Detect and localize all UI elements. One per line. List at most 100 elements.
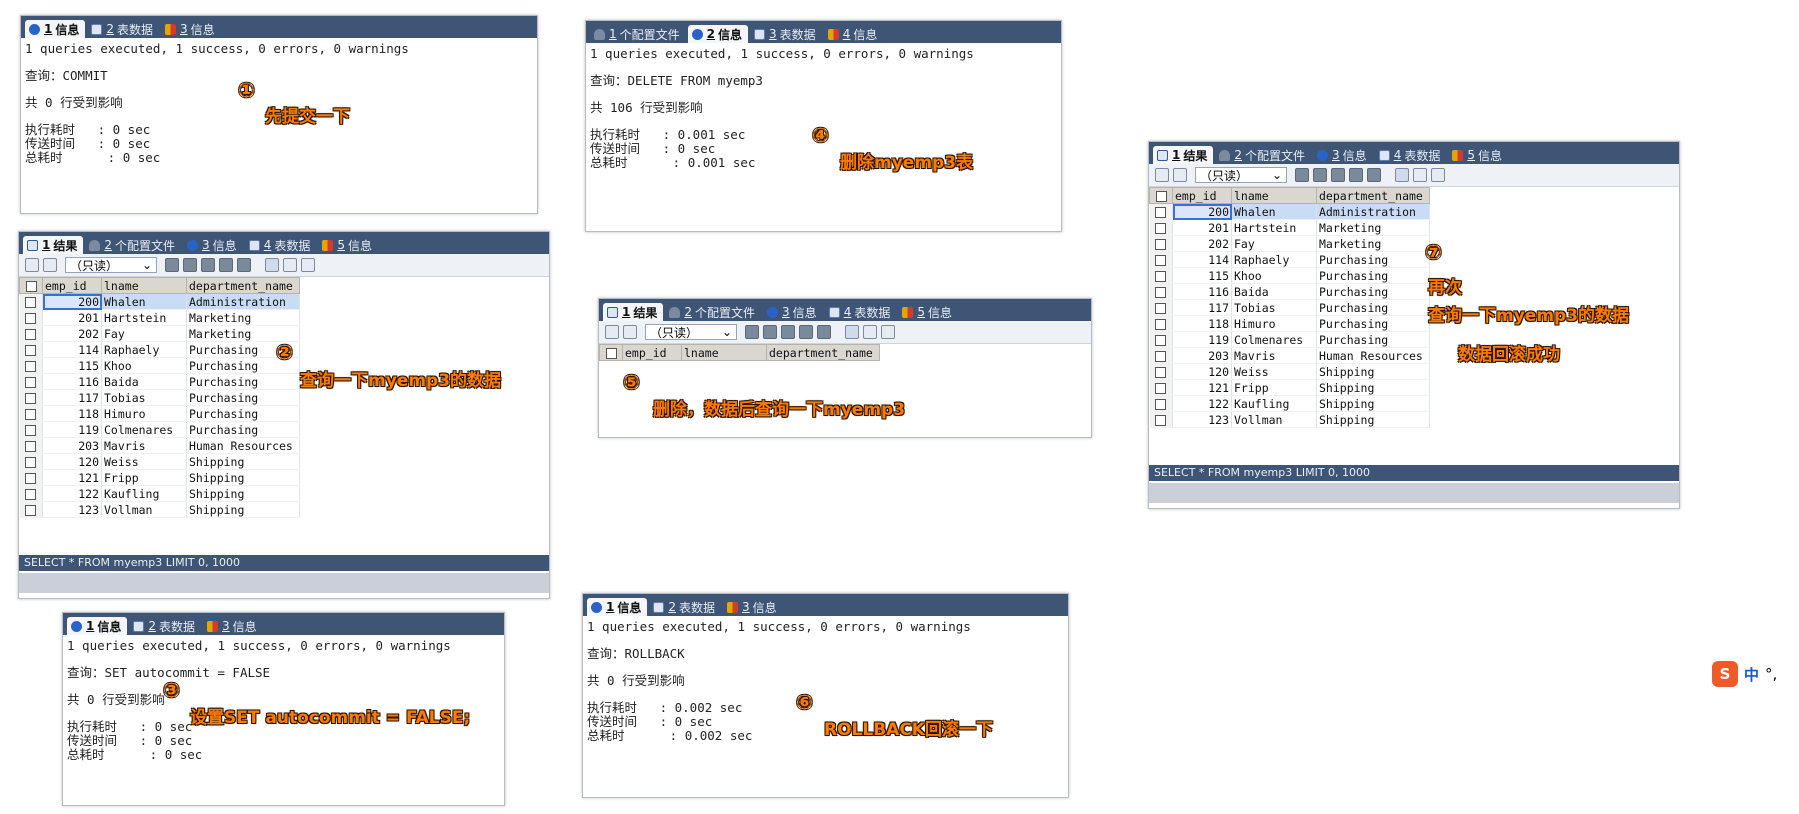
cell-emp-id[interactable]: 123 (42, 501, 102, 518)
cell-lname[interactable]: Tobias (101, 389, 187, 406)
cell-lname[interactable]: Mavris (1231, 347, 1317, 364)
table-row[interactable]: 115 Khoo Purchasing (1149, 267, 1430, 284)
cell-emp-id[interactable]: 120 (1172, 363, 1232, 380)
row-checkbox[interactable] (1149, 331, 1173, 348)
cell-lname[interactable]: Hartstein (101, 309, 187, 326)
column-header-lname[interactable]: lname (681, 344, 767, 361)
cell-emp-id[interactable]: 202 (42, 325, 102, 342)
table-row[interactable]: 203 Mavris Human Resources (19, 437, 300, 454)
row-checkbox[interactable] (1149, 219, 1173, 236)
cell-lname[interactable]: Fay (101, 325, 187, 342)
table-row[interactable]: 203 Mavris Human Resources (1149, 347, 1430, 364)
table-row[interactable]: 200 Whalen Administration (19, 293, 300, 310)
cell-department[interactable]: Purchasing (1316, 299, 1430, 316)
row-checkbox[interactable] (19, 469, 43, 486)
cell-department[interactable]: Human Resources (1316, 347, 1430, 364)
row-checkbox[interactable] (19, 501, 43, 518)
table-row[interactable]: 116 Baida Purchasing (19, 373, 300, 390)
text-view-icon[interactable] (1431, 168, 1445, 182)
cell-emp-id[interactable]: 200 (42, 293, 102, 310)
tab-2[interactable]: 2 个配置文件 (1215, 146, 1311, 164)
text-view-icon[interactable] (881, 325, 895, 339)
cell-emp-id[interactable]: 117 (1172, 299, 1232, 316)
tab-2[interactable]: 2 表数据 (649, 598, 721, 616)
cell-emp-id[interactable]: 203 (1172, 347, 1232, 364)
cell-lname[interactable]: Fay (1231, 235, 1317, 252)
row-checkbox[interactable] (19, 405, 43, 422)
tab-4[interactable]: 4 表数据 (1375, 146, 1447, 164)
cancel-icon[interactable] (237, 258, 251, 272)
row-checkbox[interactable] (19, 389, 43, 406)
table-row[interactable]: 115 Khoo Purchasing (19, 357, 300, 374)
cell-department[interactable]: Shipping (1316, 379, 1430, 396)
cell-emp-id[interactable]: 122 (1172, 395, 1232, 412)
cell-emp-id[interactable]: 121 (1172, 379, 1232, 396)
cell-department[interactable]: Purchasing (186, 405, 300, 422)
cell-department[interactable]: Shipping (186, 485, 300, 502)
table-row[interactable]: 118 Himuro Purchasing (19, 405, 300, 422)
tab-1[interactable]: 1 信息 (25, 20, 86, 38)
row-checkbox[interactable] (1149, 411, 1173, 428)
column-header-emp_id[interactable]: emp_id (622, 344, 682, 361)
row-checkbox[interactable] (1149, 347, 1173, 364)
cell-emp-id[interactable]: 121 (42, 469, 102, 486)
cell-lname[interactable]: Whalen (1231, 203, 1317, 220)
row-checkbox[interactable] (19, 373, 43, 390)
tab-1[interactable]: 1 结果 (1153, 146, 1214, 164)
cell-lname[interactable]: Baida (1231, 283, 1317, 300)
table-row[interactable]: 117 Tobias Purchasing (19, 389, 300, 406)
result-mode-select[interactable]: （只读） ⌄ (1195, 167, 1287, 183)
cell-lname[interactable]: Colmenares (101, 421, 187, 438)
column-header-department_name[interactable]: department_name (766, 344, 880, 361)
cell-emp-id[interactable]: 115 (1172, 267, 1232, 284)
cell-emp-id[interactable]: 116 (42, 373, 102, 390)
copy-icon[interactable] (745, 325, 759, 339)
cell-lname[interactable]: Weiss (101, 453, 187, 470)
row-checkbox[interactable] (19, 309, 43, 326)
row-checkbox[interactable] (1149, 203, 1173, 220)
cell-department[interactable]: Administration (186, 293, 300, 310)
paste-icon[interactable] (1313, 168, 1327, 182)
cell-emp-id[interactable]: 123 (1172, 411, 1232, 428)
form-view-icon[interactable] (863, 325, 877, 339)
table-row[interactable]: 123 Vollman Shipping (1149, 411, 1430, 428)
cell-lname[interactable]: Hartstein (1231, 219, 1317, 236)
cell-emp-id[interactable]: 117 (42, 389, 102, 406)
cell-emp-id[interactable]: 201 (42, 309, 102, 326)
cell-department[interactable]: Marketing (186, 309, 300, 326)
cell-department[interactable]: Purchasing (186, 421, 300, 438)
cell-department[interactable]: Purchasing (1316, 267, 1430, 284)
cell-emp-id[interactable]: 202 (1172, 235, 1232, 252)
column-header-lname[interactable]: lname (1231, 187, 1317, 204)
cell-emp-id[interactable]: 118 (1172, 315, 1232, 332)
cell-lname[interactable]: Kaufling (1231, 395, 1317, 412)
insert-row-icon[interactable] (1173, 168, 1187, 182)
cell-lname[interactable]: Raphaely (101, 341, 187, 358)
insert-row-icon[interactable] (43, 258, 57, 272)
tab-4[interactable]: 4 信息 (824, 25, 884, 43)
table-row[interactable]: 117 Tobias Purchasing (1149, 299, 1430, 316)
cell-lname[interactable]: Kaufling (101, 485, 187, 502)
table-row[interactable]: 114 Raphaely Purchasing (1149, 251, 1430, 268)
row-checkbox[interactable] (1149, 299, 1173, 316)
tab-3[interactable]: 3 表数据 (750, 25, 822, 43)
table-row[interactable]: 116 Baida Purchasing (1149, 283, 1430, 300)
cell-emp-id[interactable]: 119 (1172, 331, 1232, 348)
copy-icon[interactable] (1295, 168, 1309, 182)
cell-department[interactable]: Purchasing (1316, 315, 1430, 332)
add-row-icon[interactable] (605, 325, 619, 339)
cell-department[interactable]: Purchasing (186, 389, 300, 406)
row-checkbox[interactable] (19, 453, 43, 470)
form-view-icon[interactable] (283, 258, 297, 272)
result-mode-select[interactable]: （只读） ⌄ (65, 257, 157, 273)
cell-department[interactable]: Shipping (186, 453, 300, 470)
table-row[interactable]: 121 Fripp Shipping (19, 469, 300, 486)
tab-1[interactable]: 1 结果 (23, 236, 84, 254)
add-row-icon[interactable] (25, 258, 39, 272)
cell-emp-id[interactable]: 203 (42, 437, 102, 454)
cell-department[interactable]: Marketing (1316, 219, 1430, 236)
cell-emp-id[interactable]: 115 (42, 357, 102, 374)
tab-2[interactable]: 2 个配置文件 (665, 303, 761, 321)
save-icon[interactable] (1331, 168, 1345, 182)
cell-department[interactable]: Shipping (186, 501, 300, 518)
